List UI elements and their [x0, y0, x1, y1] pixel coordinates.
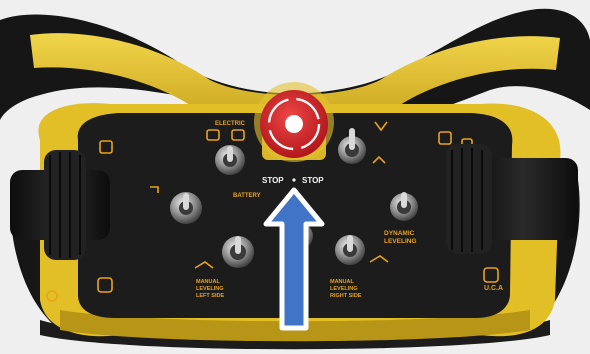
emergency-stop-button[interactable] — [254, 82, 334, 162]
label-manual-right-1: MANUAL — [330, 279, 354, 285]
label-dynamic-leveling: LEVELING — [384, 238, 417, 245]
stop-label-right: STOP — [302, 176, 324, 185]
label-manual-left-1: MANUAL — [196, 279, 220, 285]
estop-center-icon — [285, 115, 303, 133]
label-manual-left-2: LEVELING — [196, 286, 224, 292]
label-manual-right-2: LEVELING — [330, 286, 358, 292]
stop-dot — [292, 178, 296, 182]
label-manual-right-3: RIGHT SIDE — [330, 293, 362, 299]
toggle-manual-right[interactable] — [335, 235, 365, 265]
brand-logo: U.C.A — [484, 285, 503, 292]
stop-label-left: STOP — [262, 176, 284, 185]
label-battery: BATTERY — [233, 193, 261, 199]
label-electric: ELECTRIC — [215, 121, 246, 127]
toggle-left[interactable] — [170, 192, 202, 224]
label-manual-left-3: LEFT SIDE — [196, 293, 224, 299]
right-joystick[interactable] — [446, 144, 578, 254]
toggle-electric-battery[interactable] — [215, 145, 245, 175]
remote-control-photo: ELECTRIC BATTERY DYNAMIC LEVELING MANUAL… — [0, 0, 590, 354]
toggle-manual-left[interactable] — [222, 236, 254, 268]
label-dynamic: DYNAMIC — [384, 230, 415, 237]
